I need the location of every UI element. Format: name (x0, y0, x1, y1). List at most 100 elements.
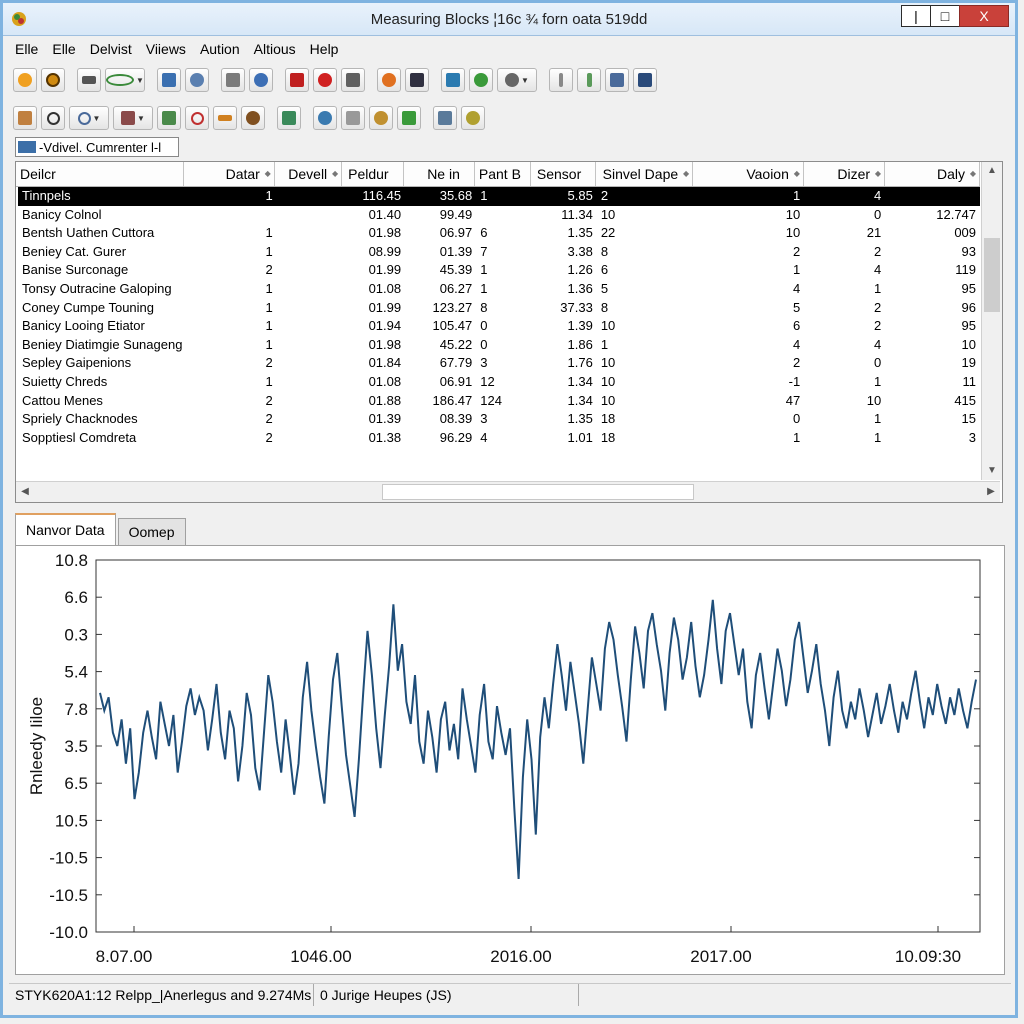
menu-file[interactable]: Elle (9, 39, 46, 59)
table-row[interactable]: Banicy Colnol 01.40 99.49 11.34 10 10 0 12.747 (18, 206, 980, 225)
table-row[interactable]: Beniey Diatimgie Sunageng 1 01.98 45.22 0 1.8… (18, 336, 980, 355)
toolbar-button-leaf[interactable] (469, 68, 493, 92)
toolbar-button-save[interactable] (341, 68, 365, 92)
table-cell: 1.86 (567, 336, 593, 352)
table-row[interactable]: Beniey Cat. Gurer 1 08.99 01.39 7 3.38 8 2 2 93 (18, 243, 980, 262)
maximize-button[interactable]: □ (930, 5, 960, 27)
col-header-1[interactable]: Datar ◆ (184, 162, 275, 186)
col-header-3[interactable]: Peldur (342, 162, 404, 186)
col-header-5[interactable]: Pant B (475, 162, 531, 186)
table-cell: 67.79 (439, 355, 473, 371)
col-header-10[interactable]: Daly ◆ (885, 162, 980, 186)
toolbar-button-link[interactable]: ▼ (105, 68, 145, 92)
menu-views[interactable]: Viiews (140, 39, 194, 59)
scroll-left-icon[interactable]: ◀ (16, 482, 34, 502)
toolbar-button-graph[interactable] (397, 106, 421, 130)
menu-options[interactable]: Altious (248, 39, 304, 59)
table-cell (277, 187, 344, 206)
toolbar-button-tree[interactable] (441, 68, 465, 92)
table-row[interactable]: Banise Surconage 2 01.99 45.39 1 1.26 6 1 4 119 (18, 261, 980, 280)
toolbar-button-plugin[interactable] (461, 106, 485, 130)
table-row[interactable]: Suietty Chreds 1 01.08 06.91 12 1.34 10 -1 1 11 (18, 373, 980, 392)
toolbar-button-compass[interactable] (549, 68, 573, 92)
toolbar-button-warning[interactable] (377, 68, 401, 92)
toolbar-button-settings[interactable] (185, 68, 209, 92)
menu-help[interactable]: Help (304, 39, 347, 59)
minimize-button[interactable]: | (901, 5, 931, 27)
toolbar-button-flag[interactable] (285, 68, 309, 92)
toolbar-button-screen[interactable] (405, 68, 429, 92)
toolbar-button-monitor[interactable] (157, 68, 181, 92)
table-cell: 1.01 (567, 429, 593, 445)
table-cell: 01.08 (368, 373, 402, 389)
toolbar-button-window[interactable]: ▼ (113, 106, 153, 130)
menu-edit[interactable]: Elle (46, 39, 83, 59)
toolbar-button-pen[interactable] (577, 68, 601, 92)
menu-device[interactable]: Delvist (84, 39, 140, 59)
table-cell (277, 261, 344, 280)
toolbar-button-inspect[interactable] (369, 106, 393, 130)
col-header-6[interactable]: Sensor (531, 162, 597, 186)
toolbar-button-search[interactable] (41, 106, 65, 130)
scroll-down-icon[interactable]: ▼ (982, 462, 1002, 480)
export-icon (282, 111, 296, 125)
toolbar-button-stop[interactable] (313, 68, 337, 92)
toolbar-button-export[interactable] (277, 106, 301, 130)
table-row[interactable]: Sepley Gaipenions 2 01.84 67.79 3 1.76 10 2 0 19 (18, 354, 980, 373)
menu-action[interactable]: Aution (194, 39, 248, 59)
table-row[interactable]: Bentsh Uathen Cuttora 1 01.98 06.97 6 1.35 22 1… (18, 224, 980, 243)
scroll-right-icon[interactable]: ▶ (982, 482, 1000, 502)
toolbar-button-file[interactable] (341, 106, 365, 130)
toolbar-button-document[interactable] (13, 106, 37, 130)
table-cell: 18 (600, 429, 616, 445)
tab-graph[interactable]: Oomep (117, 518, 186, 545)
col-header-9-label: Dizer (837, 166, 871, 182)
toolbar-button-car[interactable] (77, 68, 101, 92)
table-cell: 99.49 (439, 206, 473, 222)
toolbar-button-star[interactable] (249, 68, 273, 92)
y-tick-label: 3.5 (64, 737, 88, 756)
toolbar-button-report[interactable] (605, 68, 629, 92)
toolbar-button-device[interactable] (433, 106, 457, 130)
app-window: Measuring Blocks ¦16c ¾ forn oata 519dd … (0, 0, 1018, 1018)
vertical-scroll-thumb[interactable] (984, 238, 1000, 312)
toolbar-button-upload[interactable] (221, 68, 245, 92)
col-header-4[interactable]: Ne in (404, 162, 475, 186)
table-row[interactable]: Sopptiesl Comdreta 2 01.38 96.29 4 1.01 18 1 1 3 (18, 429, 980, 448)
table-row[interactable]: Spriely Chacknodes 2 01.39 08.39 3 1.35 18 0 1 15 (18, 410, 980, 429)
toolbar-button-tools[interactable]: ▼ (497, 68, 537, 92)
table-row[interactable]: Coney Cumpe Touning 1 01.99 123.27 8 37.33 8 5 2… (18, 299, 980, 318)
refresh-icon (318, 111, 332, 125)
close-button[interactable]: X (959, 5, 1009, 27)
table-cell: 123.27 (432, 299, 473, 315)
col-header-0[interactable]: Deilcr (16, 162, 184, 186)
toolbar-button-no[interactable] (185, 106, 209, 130)
table-cell: Tonsy Outracine Galoping (22, 280, 172, 296)
col-header-7[interactable]: Sinvel Dape ◆ (596, 162, 694, 186)
col-header-8[interactable]: Vaoion ◆ (693, 162, 804, 186)
toolbar-button-shield[interactable] (241, 106, 265, 130)
toolbar-button-connect[interactable] (13, 68, 37, 92)
toolbar-button-record[interactable] (41, 68, 65, 92)
table-row[interactable]: Tinnpels 1 116.45 35.68 1 5.85 2 1 4 (18, 187, 980, 206)
col-header-9[interactable]: Dizer ◆ (804, 162, 886, 186)
horizontal-scroll-thumb[interactable] (382, 484, 694, 500)
scroll-up-icon[interactable]: ▲ (982, 162, 1002, 180)
col-header-2[interactable]: Devell ◆ (275, 162, 343, 186)
table-row[interactable]: Banicy Looing Etiator 1 01.94 105.47 0 1.39 10… (18, 317, 980, 336)
table-cell (277, 336, 344, 355)
module-selector[interactable]: -Vdivel. Cumrenter l-l (15, 137, 179, 157)
table-row[interactable]: Cattou Menes 2 01.88 186.47 124 1.34 10 47 10 415 (18, 392, 980, 411)
tab-sensor-data[interactable]: Nanvor Data (15, 513, 116, 545)
table-vertical-scrollbar[interactable]: ▲ ▼ (981, 162, 1002, 480)
toolbar-button-chart[interactable] (157, 106, 181, 130)
table-cell: 2 (873, 318, 882, 334)
y-tick-label: 10.8 (55, 551, 88, 570)
table-horizontal-scrollbar[interactable]: ◀ ▶ (16, 481, 1000, 502)
table-row[interactable]: Tonsy Outracine Galoping 1 01.08 06.27 1 1.36… (18, 280, 980, 299)
toolbar-button-zoom[interactable]: ▼ (69, 106, 109, 130)
toolbar-button-arrow[interactable] (213, 106, 237, 130)
toolbar-main: ▼ ▼ (13, 65, 661, 95)
toolbar-button-table[interactable] (633, 68, 657, 92)
toolbar-button-refresh[interactable] (313, 106, 337, 130)
